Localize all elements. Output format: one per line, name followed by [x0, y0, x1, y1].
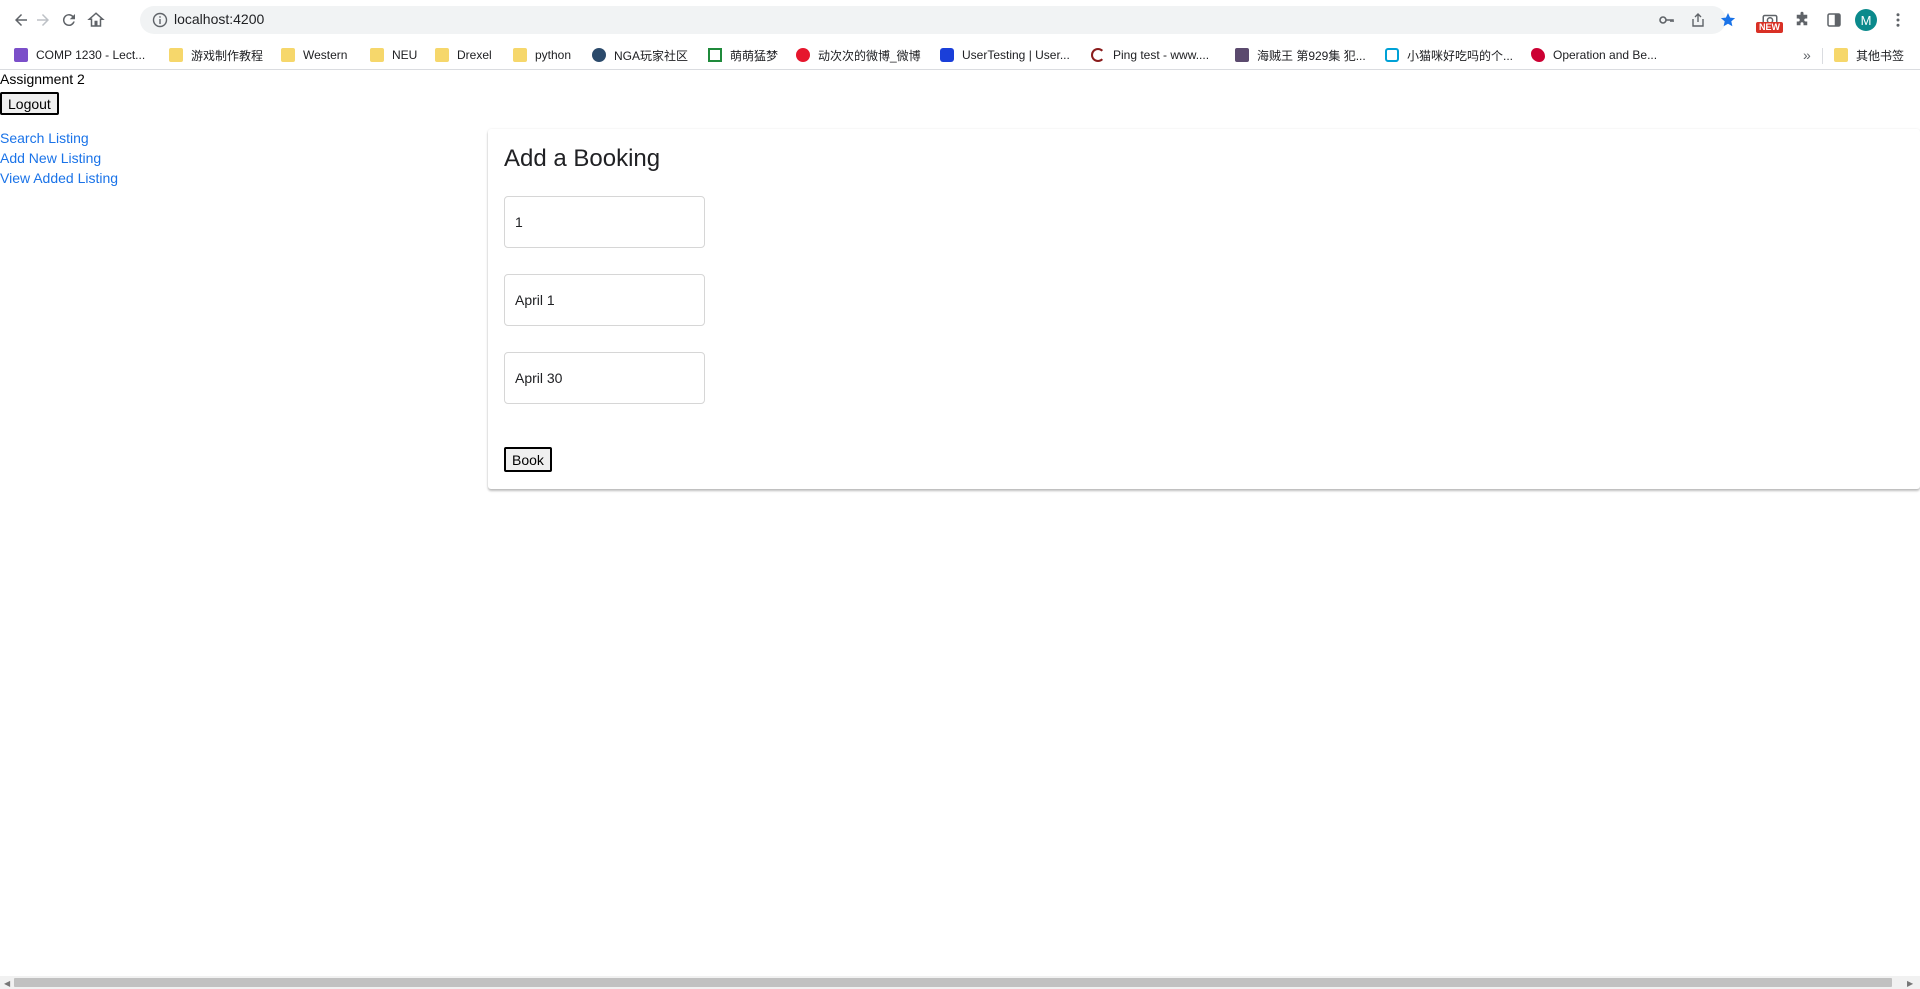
- booking-heading: Add a Booking: [504, 145, 661, 172]
- puzzle-extensions-icon[interactable]: [1790, 8, 1814, 32]
- bookmark-item[interactable]: 海贼王 第929集 犯...: [1235, 46, 1366, 64]
- bookmark-star-icon[interactable]: [1720, 12, 1736, 28]
- bookmark-item[interactable]: 萌萌猛梦: [708, 46, 778, 64]
- side-panel-icon[interactable]: [1822, 8, 1846, 32]
- folder-icon: [1834, 48, 1848, 62]
- bookmarks-overflow-icon[interactable]: »: [1803, 46, 1811, 64]
- scroll-right-arrow-icon[interactable]: ▶: [1907, 979, 1913, 988]
- share-icon[interactable]: [1690, 12, 1706, 28]
- nav-link-add-new-listing[interactable]: Add New Listing: [0, 148, 118, 168]
- forward-arrow-icon[interactable]: [31, 8, 55, 32]
- folder-icon: [513, 48, 527, 62]
- app-title: Assignment 2: [0, 71, 85, 87]
- address-bar[interactable]: localhost:4200: [140, 6, 1736, 34]
- bookmark-item[interactable]: NGA玩家社区: [592, 46, 688, 64]
- scroll-left-arrow-icon[interactable]: ◀: [4, 979, 10, 988]
- bookmark-item[interactable]: Ping test - www....: [1091, 46, 1209, 64]
- folder-icon: [370, 48, 384, 62]
- bookmark-item[interactable]: Drexel: [435, 46, 492, 64]
- side-navigation: Search Listing Add New Listing View Adde…: [0, 128, 118, 188]
- bookmarks-bar: COMP 1230 - Lect... 游戏制作教程 Western NEU D…: [0, 40, 1920, 70]
- nga-icon: [592, 48, 606, 62]
- bookmarks-divider: [1822, 48, 1823, 64]
- book-button[interactable]: Book: [504, 447, 552, 472]
- horizontal-scrollbar[interactable]: ◀ ▶: [0, 976, 1920, 989]
- nav-link-view-added-listing[interactable]: View Added Listing: [0, 168, 118, 188]
- booking-card: Add a Booking Book: [488, 129, 1920, 489]
- start-date-input[interactable]: [504, 274, 705, 326]
- other-bookmarks[interactable]: 其他书签: [1834, 46, 1904, 64]
- profile-avatar[interactable]: M: [1855, 9, 1877, 31]
- bookmark-item[interactable]: 小猫咪好吃吗的个...: [1385, 46, 1513, 64]
- purple-play-icon: [14, 48, 28, 62]
- usertesting-icon: [940, 48, 954, 62]
- info-icon[interactable]: [152, 12, 168, 28]
- new-badge: NEW: [1756, 22, 1783, 33]
- bilibili-icon: [1385, 48, 1399, 62]
- bookmark-item[interactable]: 游戏制作教程: [169, 46, 263, 64]
- bookmark-item[interactable]: Operation and Be...: [1531, 46, 1657, 64]
- folder-icon: [435, 48, 449, 62]
- logout-button[interactable]: Logout: [0, 92, 59, 115]
- listing-id-input[interactable]: [504, 196, 705, 248]
- douban-icon: [708, 48, 722, 62]
- bookmark-item[interactable]: UserTesting | User...: [940, 46, 1070, 64]
- reload-icon[interactable]: [57, 8, 81, 32]
- folder-icon: [169, 48, 183, 62]
- ping-icon: [1091, 48, 1105, 62]
- bookmark-item[interactable]: python: [513, 46, 571, 64]
- browser-toolbar: localhost:4200 NEW M: [0, 0, 1920, 40]
- bookmark-item[interactable]: Western: [281, 46, 347, 64]
- bookmark-item[interactable]: COMP 1230 - Lect...: [14, 46, 145, 64]
- page-content: Assignment 2 Logout Search Listing Add N…: [0, 71, 1920, 976]
- nav-link-search-listing[interactable]: Search Listing: [0, 128, 118, 148]
- end-date-input[interactable]: [504, 352, 705, 404]
- weibo-icon: [796, 48, 810, 62]
- menu-kebab-icon[interactable]: [1886, 8, 1910, 32]
- folder-icon: [281, 48, 295, 62]
- anime-icon: [1235, 48, 1249, 62]
- url-text: localhost:4200: [174, 11, 265, 27]
- scrollbar-thumb[interactable]: [14, 978, 1892, 987]
- bookmark-item[interactable]: NEU: [370, 46, 417, 64]
- back-arrow-icon[interactable]: [9, 8, 33, 32]
- bookmark-item[interactable]: 动次次的微博_微博: [796, 46, 921, 64]
- key-icon[interactable]: [1658, 12, 1674, 28]
- home-icon[interactable]: [84, 8, 108, 32]
- rutgers-icon: [1531, 48, 1545, 62]
